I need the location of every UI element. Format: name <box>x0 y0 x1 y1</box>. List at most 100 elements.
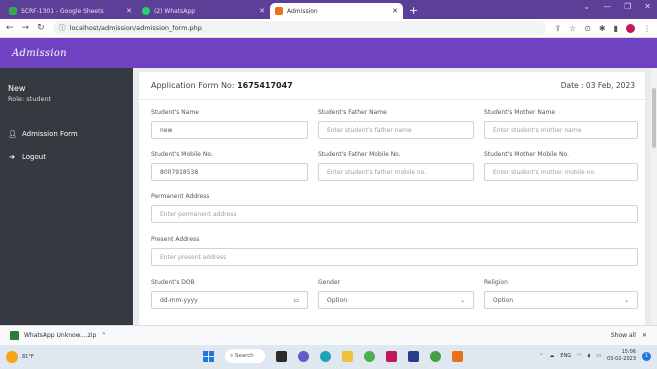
bookmark-star-icon[interactable]: ☆ <box>569 24 576 33</box>
scrollbar-thumb[interactable] <box>652 88 656 148</box>
clock[interactable]: 15:06 03-02-2023 <box>607 349 636 363</box>
file-explorer-icon[interactable] <box>342 350 353 362</box>
restore-icon[interactable]: ❐ <box>624 2 631 11</box>
chat-icon[interactable] <box>298 350 309 362</box>
chevron-up-icon[interactable]: ⌃ <box>539 353 543 359</box>
info-icon[interactable]: ⓘ <box>59 23 66 33</box>
brand-title[interactable]: Admission <box>12 48 67 59</box>
zip-file-icon <box>10 331 19 340</box>
student-name-group: Student's Name new <box>151 109 308 139</box>
gender-selected: Option <box>327 296 348 304</box>
volume-icon[interactable]: ◖ <box>588 353 591 359</box>
father-mobile-input[interactable]: Enter student's father mobile no. <box>318 163 474 181</box>
edge-icon[interactable] <box>320 350 331 362</box>
student-mobile-group: Student's Mobile No. 8007918538 <box>151 151 308 181</box>
tab-label: (2) WhatsApp <box>154 7 196 15</box>
url-text: localhost/admission/admission_form.php <box>69 24 202 32</box>
dob-placeholder: dd-mm-yyyy <box>160 296 198 304</box>
sun-icon <box>6 351 18 363</box>
mother-name-input[interactable]: Enter student's mother name <box>484 121 638 139</box>
sheets-favicon-icon <box>9 7 17 15</box>
religion-select[interactable]: Option ⌄ <box>484 291 638 309</box>
user-icon: 👤︎ <box>8 130 17 138</box>
extension-icon[interactable]: ⊙ <box>584 24 591 33</box>
dob-input[interactable]: dd-mm-yyyy ▭ <box>151 291 308 309</box>
new-tab-button[interactable]: + <box>409 3 418 19</box>
gender-select[interactable]: Option ⌄ <box>318 291 474 309</box>
form-date: Date : 03 Feb, 2023 <box>560 81 635 90</box>
father-name-group: Student's Father Name Enter student's fa… <box>318 109 474 139</box>
present-address-group: Present Address Enter present address <box>151 236 638 266</box>
input-language[interactable]: ENG <box>560 353 571 359</box>
present-address-label: Present Address <box>151 236 200 243</box>
father-mobile-group: Student's Father Mobile No. Enter studen… <box>318 151 474 181</box>
student-name-label: Student's Name <box>151 109 200 116</box>
tab-google-sheets[interactable]: SCRF-1301 - Google Sheets ✕ <box>4 3 137 19</box>
battery-icon[interactable]: ▭ <box>596 353 601 359</box>
profile-avatar[interactable] <box>626 23 635 33</box>
close-icon[interactable]: ✕ <box>392 7 398 15</box>
close-window-icon[interactable]: ✕ <box>644 2 651 11</box>
chevron-up-icon[interactable]: ⌃ <box>101 332 106 339</box>
admission-form-card: Application Form No: 1675417047 Date : 0… <box>139 72 645 325</box>
close-icon[interactable]: ✕ <box>126 7 132 15</box>
chrome-profile-icon[interactable] <box>430 350 441 362</box>
calendar-icon[interactable]: ▭ <box>293 297 299 304</box>
show-all-button[interactable]: Show all <box>611 332 636 339</box>
sidepanel-icon[interactable]: ▮ <box>614 24 618 33</box>
wifi-icon[interactable]: ◠ <box>577 353 581 359</box>
whatsapp-favicon-icon <box>142 7 150 15</box>
reload-icon[interactable]: ↻ <box>37 23 45 33</box>
taskbar-search-label: Search <box>234 353 254 359</box>
sidebar-item-label: Logout <box>22 153 46 161</box>
father-name-input[interactable]: Enter student's father name <box>318 121 474 139</box>
religion-label: Religion <box>484 279 508 286</box>
taskbar-search[interactable]: ⌕ Search <box>225 349 265 363</box>
permanent-address-label: Permanent Address <box>151 193 210 200</box>
weather-widget[interactable]: 81°F <box>6 351 34 363</box>
chrome-icon[interactable] <box>364 350 375 362</box>
clock-time: 15:06 <box>621 349 636 355</box>
weather-temp: 81°F <box>22 354 34 360</box>
father-mobile-label: Student's Father Mobile No. <box>318 151 401 158</box>
cloud-icon[interactable]: ☁ <box>549 353 554 359</box>
gender-group: Gender Option ⌄ <box>318 279 474 309</box>
share-icon[interactable]: ⇪ <box>554 24 561 33</box>
chevron-down-icon: ⌄ <box>459 296 465 304</box>
mother-mobile-input[interactable]: Enter student's mother mobile no. <box>484 163 638 181</box>
application-number-label: Application Form No: <box>151 81 235 90</box>
mail-icon[interactable] <box>386 350 397 362</box>
sidebar-item-admission-form[interactable]: 👤︎ Admission Form <box>8 130 125 138</box>
application-number: Application Form No: 1675417047 <box>151 81 293 90</box>
menu-dots-icon[interactable]: ⋮ <box>643 24 651 33</box>
notification-badge[interactable]: 1 <box>642 351 651 361</box>
back-arrow-icon[interactable]: ← <box>6 23 14 33</box>
gender-label: Gender <box>318 279 341 286</box>
download-item[interactable]: WhatsApp Unknow....zip ⌃ <box>10 331 106 340</box>
student-mobile-input[interactable]: 8007918538 <box>151 163 308 181</box>
close-icon[interactable]: ✕ <box>642 332 647 339</box>
minimize-icon[interactable]: — <box>603 2 611 11</box>
url-field[interactable]: ⓘ localhost/admission/admission_form.php <box>52 21 547 35</box>
permanent-address-input[interactable]: Enter permanent address <box>151 205 638 223</box>
store-icon[interactable] <box>408 350 419 362</box>
window-controls: ⌄ — ❐ ✕ <box>583 2 651 11</box>
chevron-down-icon[interactable]: ⌄ <box>583 2 590 11</box>
forward-arrow-icon[interactable]: → <box>22 23 30 33</box>
sidebar-username: New <box>8 84 26 93</box>
student-name-input[interactable]: new <box>151 121 308 139</box>
close-icon[interactable]: ✕ <box>259 7 265 15</box>
permanent-address-group: Permanent Address Enter permanent addres… <box>151 193 638 223</box>
present-address-input[interactable]: Enter present address <box>151 248 638 266</box>
main-content: Application Form No: 1675417047 Date : 0… <box>133 68 653 325</box>
windows-start-icon[interactable] <box>203 350 214 362</box>
clock-date: 03-02-2023 <box>606 356 636 362</box>
page-scrollbar[interactable] <box>651 68 657 325</box>
puzzle-icon[interactable]: ✱ <box>599 24 606 33</box>
tab-whatsapp[interactable]: (2) WhatsApp ✕ <box>137 3 270 19</box>
tab-admission[interactable]: Admission ✕ <box>270 3 403 19</box>
app-icon[interactable] <box>452 350 463 362</box>
task-view-icon[interactable] <box>276 350 287 362</box>
dob-group: Student's DOB dd-mm-yyyy ▭ <box>151 279 308 309</box>
sidebar-item-logout[interactable]: ➜ Logout <box>8 153 125 161</box>
